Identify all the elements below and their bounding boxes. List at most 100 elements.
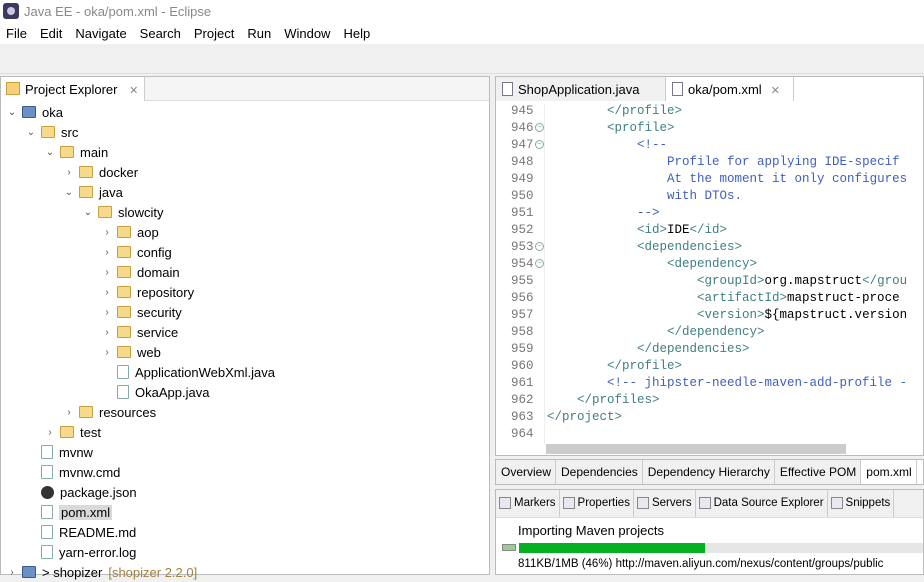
code-line: 960 </profile> [496, 359, 923, 376]
tree-item[interactable]: › web [101, 342, 161, 362]
pom-tab[interactable]: Dependency Hierarchy [642, 460, 775, 484]
chevron-down-icon[interactable]: ⌄ [6, 107, 18, 118]
chevron-down-icon[interactable]: ⌄ [25, 127, 37, 138]
code-token: <profile> [607, 121, 675, 135]
menu-navigate[interactable]: Navigate [69, 22, 133, 44]
editor-tab[interactable]: ShopApplication.java [496, 77, 666, 101]
progress-icon [502, 544, 516, 551]
code-text: <artifactId>mapstruct-proce [547, 291, 900, 305]
chevron-down-icon[interactable]: ⌄ [44, 147, 56, 158]
chevron-right-icon[interactable]: › [44, 427, 56, 438]
tree-item[interactable]: yarn-error.log [25, 542, 136, 562]
menu-edit[interactable]: Edit [34, 22, 69, 44]
fold-toggle-icon[interactable]: − [535, 259, 544, 268]
tab-project-explorer[interactable]: Project Explorer ✕ [1, 77, 146, 101]
chevron-right-icon[interactable]: › [101, 307, 113, 318]
npm-icon [41, 485, 54, 499]
panel-tab[interactable]: Data Source Explorer [696, 490, 828, 517]
chevron-right-icon[interactable]: › [63, 167, 75, 178]
horizontal-scrollbar[interactable] [546, 444, 846, 454]
tree-item[interactable]: › resources [63, 402, 156, 422]
tree-item-label: OkaApp.java [135, 384, 210, 400]
chevron-right-icon[interactable]: › [101, 227, 113, 238]
tree-item[interactable]: README.md [25, 522, 136, 542]
fold-toggle-icon[interactable]: − [535, 123, 544, 132]
tree-item[interactable]: ⌄ java [63, 182, 123, 202]
menu-help[interactable]: Help [337, 22, 377, 44]
tree-item-label: oka [42, 104, 63, 120]
tree-item[interactable]: OkaApp.java [101, 382, 209, 402]
folder-icon [117, 246, 131, 258]
tree-item[interactable]: mvnw [25, 442, 93, 462]
tree-item[interactable]: › docker [63, 162, 138, 182]
chevron-right-icon[interactable]: › [6, 567, 18, 578]
file-icon [41, 465, 53, 479]
menu-window[interactable]: Window [278, 22, 337, 44]
chevron-right-icon[interactable]: › [101, 287, 113, 298]
tree-item[interactable]: ⌄ slowcity [82, 202, 164, 222]
chevron-right-icon[interactable]: › [101, 247, 113, 258]
toolbar [0, 44, 924, 74]
folder-icon [117, 326, 131, 338]
chevron-down-icon[interactable]: ⌄ [63, 187, 75, 198]
tree-item[interactable]: ⌄ main [44, 142, 108, 162]
panel-tab[interactable]: Markers [496, 490, 560, 517]
pom-tab[interactable]: Overview [496, 460, 557, 484]
tree-item[interactable]: › aop [101, 222, 158, 242]
tree-item[interactable]: ApplicationWebXml.java [101, 362, 275, 382]
line-number: 964 [511, 427, 534, 441]
close-icon[interactable]: ✕ [768, 85, 780, 97]
tree-item[interactable]: › config [101, 242, 171, 262]
file-icon [41, 445, 53, 459]
menu-run[interactable]: Run [241, 22, 278, 44]
panel-tab[interactable]: Servers [634, 490, 696, 517]
panel-tab[interactable]: Properties [560, 490, 634, 517]
tree-item[interactable]: ⌄ oka [6, 102, 63, 122]
tree-item[interactable]: package.json [25, 482, 137, 502]
pom-tab[interactable]: Effective POM [774, 460, 862, 484]
code-line: 946− <profile> [496, 121, 923, 138]
tree-item[interactable]: › test [44, 422, 101, 442]
panel-tab[interactable]: Snippets [828, 490, 895, 517]
tree-item-version: [shopizer 2.2.0] [108, 564, 198, 580]
tree-item[interactable]: › > shopizer [shopizer 2.2.0] [6, 562, 197, 582]
chevron-right-icon[interactable]: › [101, 327, 113, 338]
eclipse-logo-icon [3, 3, 19, 19]
tree-item[interactable]: mvnw.cmd [25, 462, 120, 482]
file-icon [502, 82, 513, 96]
tree-item-label: README.md [59, 524, 137, 540]
line-number: 960 [511, 359, 534, 373]
menu-file[interactable]: File [0, 22, 34, 44]
folder-icon [117, 266, 131, 278]
chevron-down-icon[interactable]: ⌄ [82, 207, 94, 218]
pom-tab[interactable]: Dependencies [556, 460, 643, 484]
tree-item[interactable]: › domain [101, 262, 179, 282]
code-text: <groupId>org.mapstruct</grou [547, 274, 907, 288]
close-icon[interactable]: ✕ [129, 85, 138, 97]
fold-toggle-icon[interactable]: − [535, 140, 544, 149]
editor-tab[interactable]: oka/pom.xml ✕ [666, 77, 794, 101]
tree-item[interactable]: pom.xml [25, 502, 113, 522]
tree-item-label: src [61, 124, 79, 140]
chevron-right-icon[interactable]: › [63, 407, 75, 418]
menu-project[interactable]: Project [188, 22, 241, 44]
chevron-right-icon[interactable]: › [101, 347, 113, 358]
code-token: mapstruct-proce [787, 291, 900, 305]
tree-item[interactable]: › repository [101, 282, 194, 302]
code-line: 947− <!-- [496, 138, 923, 155]
code-line: 961 <!-- jhipster-needle-maven-add-profi… [496, 376, 923, 393]
code-token: </profile> [607, 359, 683, 373]
tree-item[interactable]: › service [101, 322, 178, 342]
menu-search[interactable]: Search [134, 22, 188, 44]
tree-item[interactable]: › security [101, 302, 181, 322]
xml-source-editor[interactable]: 945 </profile> 946− <profile> 947− <!-- 948… [496, 104, 923, 454]
fold-toggle-icon[interactable]: − [535, 242, 544, 251]
chevron-right-icon[interactable]: › [101, 267, 113, 278]
tree-item[interactable]: ⌄ src [25, 122, 79, 142]
pom-tab[interactable]: pom.xml [861, 460, 917, 484]
